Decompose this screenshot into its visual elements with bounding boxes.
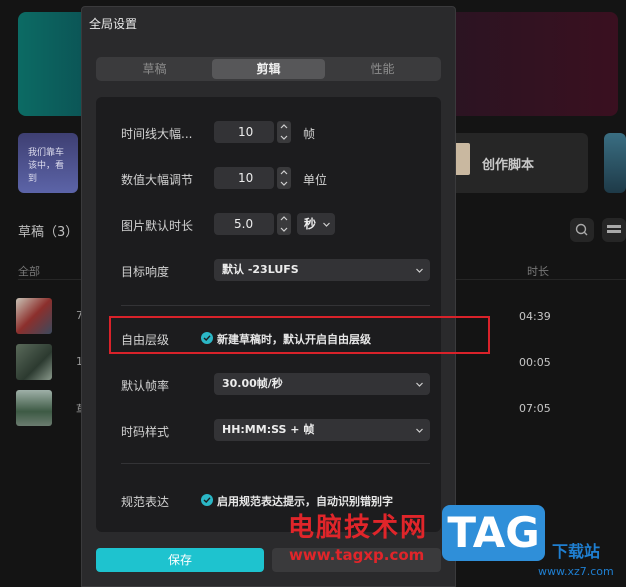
tab-performance[interactable]: 性能 xyxy=(326,59,439,79)
settings-tabs: 草稿 剪辑 性能 xyxy=(96,57,441,81)
target-loudness-select[interactable]: 默认 -23LUFS xyxy=(214,259,430,281)
chevron-down-icon xyxy=(416,428,423,433)
default-fps-label: 默认帧率 xyxy=(121,379,170,393)
timeline-zoom-label: 时间线大幅... xyxy=(121,127,193,141)
section-divider xyxy=(121,305,430,306)
search-icon xyxy=(575,223,588,236)
save-button[interactable]: 保存 xyxy=(96,548,264,572)
image-duration-unit-select[interactable]: 秒 xyxy=(297,213,335,235)
check-icon xyxy=(203,497,211,503)
tab-edit[interactable]: 剪辑 xyxy=(212,59,325,79)
drafts-title: 草稿（3） xyxy=(18,225,79,240)
image-duration-stepper[interactable] xyxy=(277,213,291,235)
chevron-up-icon[interactable] xyxy=(280,169,288,177)
script-card[interactable]: 创作脚本 xyxy=(450,133,588,193)
default-fps-value: 30.00帧/秒 xyxy=(222,377,283,390)
column-duration: 时长 xyxy=(527,265,549,278)
watermark-url: www.tagxp.com xyxy=(289,546,425,564)
list-icon xyxy=(607,225,621,233)
draft-duration: 00:05 xyxy=(519,356,551,369)
watermark-side-url: www.xz7.com xyxy=(538,565,614,578)
promo-card-text: 我们靠车该中，看到 xyxy=(28,148,65,184)
target-loudness-value: 默认 -23LUFS xyxy=(222,263,299,276)
feature-card[interactable] xyxy=(604,133,626,193)
target-loudness-label: 目标响度 xyxy=(121,265,170,279)
chevron-down-icon xyxy=(416,268,423,273)
chevron-down-icon[interactable] xyxy=(280,225,288,233)
draft-duration: 07:05 xyxy=(519,402,551,415)
watermark-side-text: 下载站 xyxy=(552,542,601,561)
timecode-style-value: HH:MM:SS + 帧 xyxy=(222,423,315,436)
global-settings-dialog: 全局设置 草稿 剪辑 性能 时间线大幅... 10 帧 数值大幅调节 10 单位… xyxy=(81,6,456,587)
edit-settings-panel: 时间线大幅... 10 帧 数值大幅调节 10 单位 图片默认时长 5.0 秒 … xyxy=(96,97,441,532)
timecode-style-label: 时码样式 xyxy=(121,425,170,439)
image-duration-label: 图片默认时长 xyxy=(121,219,194,233)
draft-thumbnail[interactable] xyxy=(16,298,52,334)
value-step-input[interactable]: 10 xyxy=(214,167,274,189)
promo-card[interactable]: 我们靠车该中，看到 xyxy=(18,133,78,193)
dialog-title: 全局设置 xyxy=(89,17,138,31)
highlight-box xyxy=(109,316,490,354)
normalization-label: 规范表达 xyxy=(121,495,170,509)
list-view-button[interactable] xyxy=(602,218,626,242)
value-step-unit: 单位 xyxy=(303,173,328,187)
chevron-down-icon[interactable] xyxy=(280,179,288,187)
tab-drafts[interactable]: 草稿 xyxy=(98,59,211,79)
watermark-badge: TAG xyxy=(442,505,545,561)
draft-thumbnail[interactable] xyxy=(16,390,52,426)
normalization-checkbox[interactable] xyxy=(201,494,213,506)
default-fps-select[interactable]: 30.00帧/秒 xyxy=(214,373,430,395)
chevron-up-icon[interactable] xyxy=(280,123,288,131)
draft-thumbnail[interactable] xyxy=(16,344,52,380)
chevron-down-icon xyxy=(323,222,330,227)
value-step-label: 数值大幅调节 xyxy=(121,173,194,187)
image-duration-unit: 秒 xyxy=(304,217,317,231)
timeline-zoom-unit: 帧 xyxy=(303,127,316,141)
chevron-down-icon xyxy=(416,382,423,387)
chevron-up-icon[interactable] xyxy=(280,215,288,223)
chevron-down-icon[interactable] xyxy=(280,133,288,141)
section-divider xyxy=(121,463,430,464)
timeline-zoom-stepper[interactable] xyxy=(277,121,291,143)
watermark-text: 电脑技术网 xyxy=(288,513,429,543)
value-step-stepper[interactable] xyxy=(277,167,291,189)
search-button[interactable] xyxy=(570,218,594,242)
column-all[interactable]: 全部 xyxy=(18,263,40,279)
script-card-label: 创作脚本 xyxy=(482,158,535,173)
timecode-style-select[interactable]: HH:MM:SS + 帧 xyxy=(214,419,430,441)
timeline-zoom-input[interactable]: 10 xyxy=(214,121,274,143)
draft-duration: 04:39 xyxy=(519,310,551,323)
image-duration-input[interactable]: 5.0 xyxy=(214,213,274,235)
